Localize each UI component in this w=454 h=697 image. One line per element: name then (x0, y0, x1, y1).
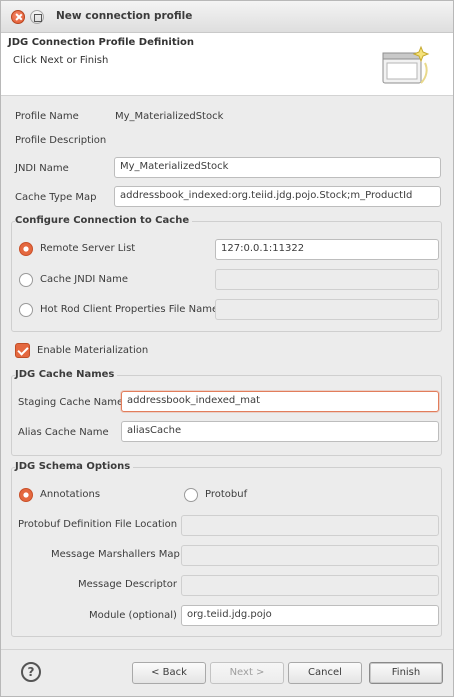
help-icon[interactable]: ? (21, 662, 41, 682)
hotrod-file-label: Hot Rod Client Properties File Name (40, 304, 219, 315)
profile-name-value: My_MaterializedStock (115, 111, 224, 122)
module-label: Module (optional) (89, 610, 177, 621)
jndi-name-input[interactable]: My_MaterializedStock (114, 157, 441, 178)
banner-title: JDG Connection Profile Definition (8, 37, 195, 48)
cache-names-group-title: JDG Cache Names (15, 369, 118, 380)
module-input[interactable]: org.teiid.jdg.pojo (181, 605, 439, 626)
next-button[interactable]: Next > (210, 662, 284, 684)
marshallers-map-input (181, 545, 439, 566)
enable-materialization-label: Enable Materialization (37, 345, 149, 356)
message-descriptor-input (181, 575, 439, 596)
message-descriptor-label: Message Descriptor (78, 579, 177, 590)
cache-jndi-label: Cache JNDI Name (40, 274, 129, 285)
wizard-banner-icon (382, 45, 430, 84)
remote-server-radio[interactable] (19, 242, 33, 256)
annotations-label: Annotations (40, 489, 101, 500)
close-window-button[interactable] (11, 10, 25, 24)
cache-jndi-radio[interactable] (19, 273, 33, 287)
window-title: New connection profile (56, 10, 193, 22)
enable-materialization-checkbox[interactable] (15, 343, 30, 358)
cancel-button[interactable]: Cancel (288, 662, 362, 684)
hotrod-file-input (215, 299, 439, 320)
protobuf-radio[interactable] (184, 488, 198, 502)
schema-options-group-title: JDG Schema Options (15, 461, 134, 472)
back-button[interactable]: < Back (132, 662, 206, 684)
staging-cache-input[interactable]: addressbook_indexed_mat (121, 391, 439, 412)
cache-names-group (11, 375, 442, 456)
banner-subtitle: Click Next or Finish (13, 55, 109, 66)
profile-description-label: Profile Description (15, 135, 107, 146)
wizard-banner: JDG Connection Profile Definition Click … (1, 33, 453, 96)
cache-type-map-input[interactable]: addressbook_indexed:org.teiid.jdg.pojo.S… (114, 186, 441, 207)
staging-cache-label: Staging Cache Name (18, 397, 124, 408)
cache-type-map-label: Cache Type Map (15, 192, 97, 203)
alias-cache-label: Alias Cache Name (18, 427, 109, 438)
hotrod-file-radio[interactable] (19, 303, 33, 317)
footer-separator (1, 649, 453, 650)
title-bar: New connection profile (1, 1, 453, 33)
protobuf-file-label: Protobuf Definition File Location (18, 519, 178, 530)
alias-cache-input[interactable]: aliasCache (121, 421, 439, 442)
cache-jndi-input (215, 269, 439, 290)
profile-name-label: Profile Name (15, 111, 79, 122)
protobuf-file-input (181, 515, 439, 536)
marshallers-map-label: Message Marshallers Map (51, 549, 180, 560)
jndi-name-label: JNDI Name (15, 163, 69, 174)
protobuf-label: Protobuf (205, 489, 248, 500)
annotations-radio[interactable] (19, 488, 33, 502)
finish-button[interactable]: Finish (369, 662, 443, 684)
connection-group-title: Configure Connection to Cache (15, 215, 193, 226)
remote-server-input[interactable]: 127:0.0.1:11322 (215, 239, 439, 260)
dialog-window: New connection profile JDG Connection Pr… (0, 0, 454, 697)
maximize-window-button[interactable] (30, 10, 44, 24)
remote-server-label: Remote Server List (40, 243, 136, 254)
